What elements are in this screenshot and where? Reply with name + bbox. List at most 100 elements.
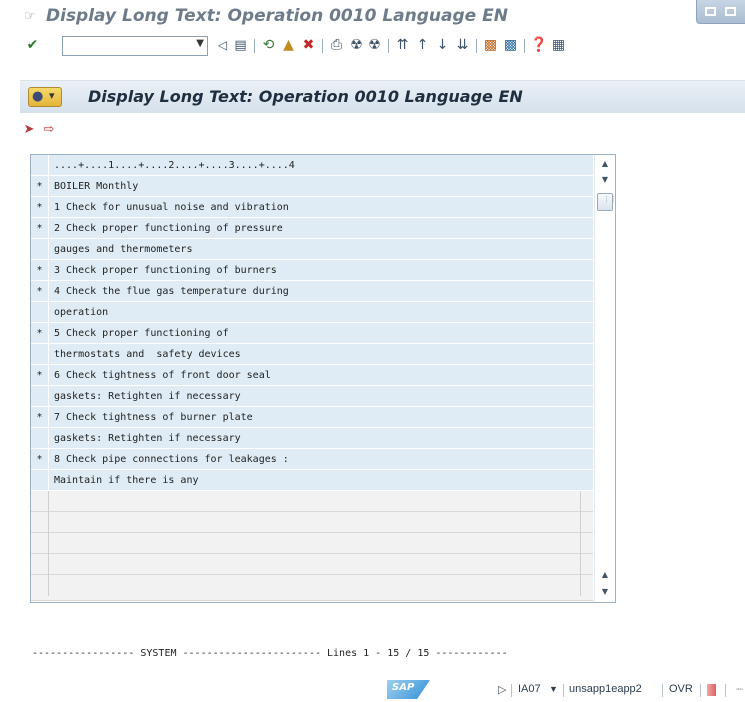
line-text[interactable] (50, 512, 581, 533)
cancel-icon[interactable]: ✖ (300, 37, 317, 54)
text-line[interactable]: operation (31, 302, 593, 323)
format-column[interactable] (31, 302, 49, 323)
text-line[interactable]: * 2 Check proper functioning of pressure (31, 218, 593, 239)
collapse-left-icon[interactable]: ◁ (214, 37, 231, 54)
line-text[interactable]: 7 Check tightness of burner plate (50, 407, 593, 428)
menu-button[interactable]: ● ▾ (28, 87, 62, 107)
line-text[interactable]: 5 Check proper functioning of (50, 323, 593, 344)
text-line[interactable]: * 8 Check pipe connections for leakages … (31, 449, 593, 470)
text-line[interactable]: gauges and thermometers (31, 239, 593, 260)
last-page-icon[interactable]: ⇊ (454, 37, 471, 54)
find-icon[interactable]: ☢ (348, 37, 365, 54)
text-line[interactable]: Maintain if there is any (31, 470, 593, 491)
format-column[interactable]: * (31, 365, 49, 386)
command-field[interactable]: ▼ (62, 36, 208, 56)
line-text[interactable] (50, 575, 581, 596)
empty-line[interactable] (31, 575, 593, 601)
format-column[interactable]: * (31, 218, 49, 239)
line-text[interactable]: 3 Check proper functioning of burners (50, 260, 593, 281)
line-text[interactable]: Maintain if there is any (50, 470, 593, 491)
text-line[interactable]: * 3 Check proper functioning of burners (31, 260, 593, 281)
text-line[interactable]: * 5 Check proper functioning of (31, 323, 593, 344)
scroll-up-icon[interactable]: ▲ (598, 157, 612, 171)
line-text[interactable]: 1 Check for unusual noise and vibration (50, 197, 593, 218)
exit-icon[interactable]: ▲ (280, 37, 297, 54)
minimize-icon[interactable] (705, 7, 716, 16)
line-text[interactable]: gaskets: Retighten if necessary (50, 386, 593, 407)
format-column[interactable] (31, 470, 49, 491)
input-mode[interactable]: OVR (669, 683, 693, 695)
line-text[interactable] (50, 554, 581, 575)
line-text[interactable]: 8 Check pipe connections for leakages : (50, 449, 593, 470)
line-text[interactable]: 6 Check tightness of front door seal (50, 365, 593, 386)
toolbar-separator (388, 39, 389, 53)
format-column[interactable] (31, 428, 49, 449)
transaction-dropdown-icon[interactable]: ▼ (549, 684, 558, 694)
transaction-code[interactable]: IA07 (518, 683, 541, 695)
text-line[interactable]: * 6 Check tightness of front door seal (31, 365, 593, 386)
format-column[interactable]: * (31, 197, 49, 218)
long-text-editor[interactable]: ....+....1....+....2....+....3....+....4… (30, 154, 617, 603)
back-arrow-icon[interactable]: ⟲ (260, 37, 277, 54)
line-text[interactable]: BOILER Monthly (50, 176, 593, 197)
format-column[interactable] (31, 512, 49, 533)
line-text[interactable] (50, 491, 581, 512)
more-status-icon[interactable]: ┉ (736, 683, 743, 696)
line-text[interactable]: 2 Check proper functioning of pressure (50, 218, 593, 239)
line-text[interactable]: operation (50, 302, 593, 323)
empty-line[interactable] (31, 533, 593, 554)
text-line[interactable]: gaskets: Retighten if necessary (31, 386, 593, 407)
first-page-icon[interactable]: ⇈ (394, 37, 411, 54)
format-column[interactable] (31, 239, 49, 260)
print-icon[interactable]: ⎙ (328, 37, 345, 54)
save-icon[interactable]: ▤ (232, 37, 249, 54)
format-column[interactable] (31, 533, 49, 554)
text-line[interactable]: gaskets: Retighten if necessary (31, 428, 593, 449)
customize-layout-icon[interactable]: ▦ (550, 37, 567, 54)
line-text[interactable]: thermostats and safety devices (50, 344, 593, 365)
text-line[interactable]: * 7 Check tightness of burner plate (31, 407, 593, 428)
line-text[interactable] (50, 533, 581, 554)
shortcut-icon[interactable]: ▩ (502, 37, 519, 54)
format-column[interactable] (31, 554, 49, 575)
format-column[interactable]: * (31, 260, 49, 281)
format-column[interactable] (31, 386, 49, 407)
line-text[interactable]: gaskets: Retighten if necessary (50, 428, 593, 449)
command-dropdown-icon[interactable]: ▼ (196, 38, 204, 49)
help-icon[interactable]: ❓ (530, 37, 547, 54)
line-text[interactable]: 4 Check the flue gas temperature during (50, 281, 593, 302)
green-check-icon[interactable]: ✔ (24, 37, 41, 54)
text-line[interactable]: * 1 Check for unusual noise and vibratio… (31, 197, 593, 218)
format-column[interactable]: * (31, 176, 49, 197)
format-column[interactable]: * (31, 449, 49, 470)
empty-line[interactable] (31, 512, 593, 533)
line-text[interactable]: gauges and thermometers (50, 239, 593, 260)
window-controls[interactable] (696, 0, 745, 24)
format-column[interactable] (31, 344, 49, 365)
next-page-icon[interactable]: ↓ (434, 37, 451, 54)
status-toggle-icon[interactable]: ▷ (498, 683, 506, 696)
format-column[interactable]: * (31, 323, 49, 344)
toolbar-separator (322, 39, 323, 53)
create-session-icon[interactable]: ▩ (482, 37, 499, 54)
empty-line[interactable] (31, 491, 593, 512)
export-icon[interactable]: ⇨ (40, 121, 58, 139)
select-icon[interactable]: ➤ (20, 121, 38, 139)
find-next-icon[interactable]: ☢ (366, 37, 383, 54)
format-column[interactable]: * (31, 281, 49, 302)
text-line[interactable]: thermostats and safety devices (31, 344, 593, 365)
format-column[interactable]: * (31, 407, 49, 428)
format-column[interactable] (31, 491, 49, 512)
scroll-down-icon[interactable]: ▼ (598, 173, 612, 187)
scroll-up-bottom-icon[interactable]: ▲ (598, 568, 612, 582)
scroll-down-bottom-icon[interactable]: ▼ (598, 585, 612, 599)
format-column[interactable] (31, 575, 49, 596)
text-line[interactable]: * BOILER Monthly (31, 176, 593, 197)
vertical-scrollbar[interactable]: ▲ ▼ ⋮⋮ ▲ ▼ (594, 155, 617, 602)
server-name: unsapp1eapp2 (569, 683, 642, 695)
empty-line[interactable] (31, 554, 593, 575)
text-line[interactable]: * 4 Check the flue gas temperature durin… (31, 281, 593, 302)
maximize-icon[interactable] (725, 7, 736, 16)
scrollbar-thumb[interactable]: ⋮⋮ (597, 193, 617, 211)
previous-page-icon[interactable]: ↑ (414, 37, 431, 54)
